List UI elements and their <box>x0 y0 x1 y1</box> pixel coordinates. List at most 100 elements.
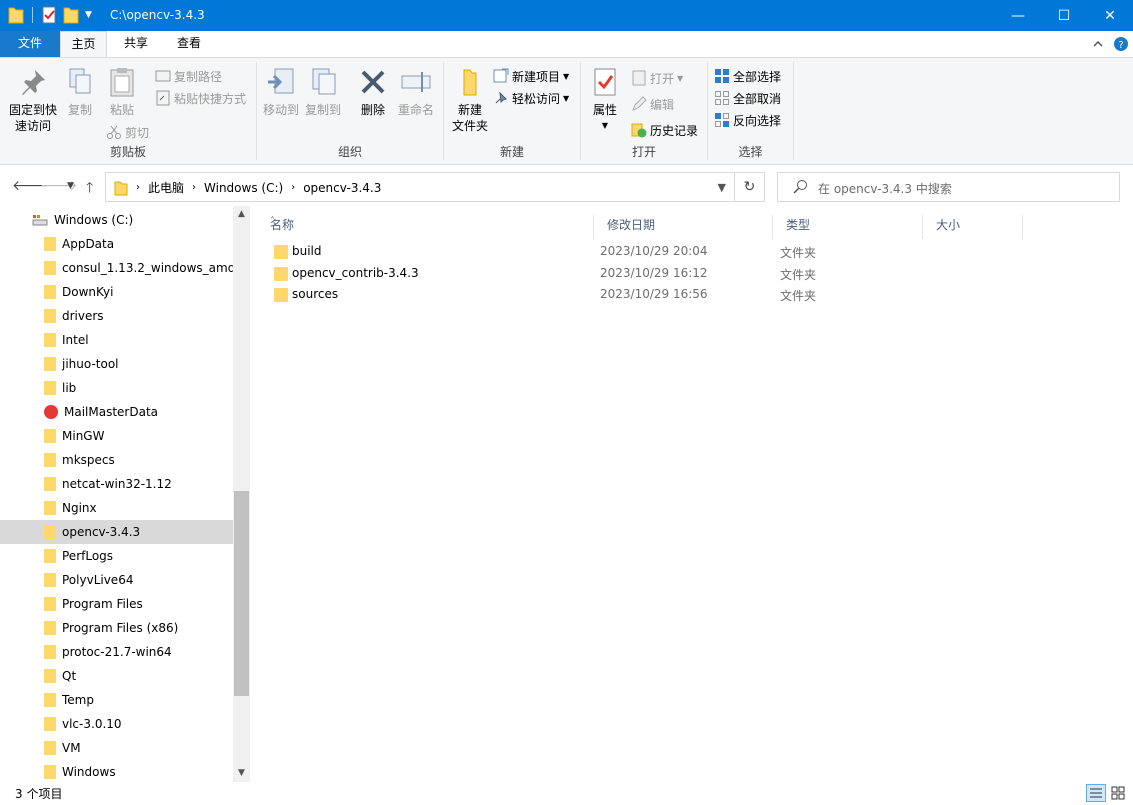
folder-icon <box>44 669 56 683</box>
nav-item-folder[interactable]: consul_1.13.2_windows_amd64 <box>0 256 233 280</box>
pin-label-line1: 固定到快 <box>8 103 57 117</box>
delete-button[interactable]: 删除 <box>355 66 391 118</box>
nav-item-label: MailMasterData <box>64 405 159 419</box>
properties-button[interactable]: 属性 ▼ <box>587 66 623 134</box>
file-name: build <box>292 244 322 258</box>
nav-item-folder[interactable]: opencv-3.4.3 <box>0 520 233 544</box>
column-header-type[interactable]: 类型 <box>773 215 923 239</box>
nav-item-folder[interactable]: Qt <box>0 664 233 688</box>
nav-item-folder[interactable]: drivers <box>0 304 233 328</box>
nav-item-label: lib <box>62 381 77 395</box>
nav-item-folder[interactable]: Intel <box>0 328 233 352</box>
properties-icon[interactable] <box>41 6 57 24</box>
folder-icon <box>44 261 56 275</box>
copy-label: 复制 <box>67 103 92 117</box>
nav-item-folder[interactable]: vlc-3.0.10 <box>0 712 233 736</box>
nav-item-folder[interactable]: MinGW <box>0 424 233 448</box>
edit-label: 编辑 <box>650 97 675 112</box>
new-folder-button[interactable]: 新建 文件夹 <box>448 66 492 134</box>
file-row[interactable]: build 2023/10/29 20:04 文件夹 <box>265 241 1025 263</box>
nav-item-label: protoc-21.7-win64 <box>62 645 172 659</box>
maximize-button[interactable]: ☐ <box>1041 0 1087 31</box>
organize-group-label: 组织 <box>337 145 362 159</box>
paste-button[interactable]: 粘贴 <box>104 66 140 118</box>
invert-selection-button[interactable]: 反向选择 <box>714 110 781 130</box>
history-button[interactable]: 历史记录 <box>631 120 698 140</box>
nav-item-folder[interactable]: mkspecs <box>0 448 233 472</box>
file-row[interactable]: opencv_contrib-3.4.3 2023/10/29 16:12 文件夹 <box>265 263 1025 285</box>
new-folder-icon[interactable] <box>63 6 79 24</box>
nav-item-folder[interactable]: Temp <box>0 688 233 712</box>
search-input[interactable]: 在 opencv-3.4.3 中搜索 <box>777 172 1120 202</box>
nav-item-drive[interactable]: Windows (C:) <box>0 208 233 232</box>
rename-button[interactable]: 重命名 <box>395 66 437 118</box>
scroll-thumb[interactable] <box>234 491 249 696</box>
nav-item-folder[interactable]: DownKyi <box>0 280 233 304</box>
tab-share[interactable]: 共享 <box>112 31 160 57</box>
copy-to-button[interactable]: 复制到 <box>303 66 343 118</box>
expand-ribbon-icon[interactable] <box>1090 36 1106 52</box>
nav-item-folder[interactable]: PerfLogs <box>0 544 233 568</box>
nav-item-folder[interactable]: PolyvLive64 <box>0 568 233 592</box>
nav-item-label: consul_1.13.2_windows_amd64 <box>62 261 233 275</box>
clipboard-group: 固定到快 速访问 复制 粘贴 复制路径 粘贴快捷方式 剪切 剪贴板 <box>0 62 256 162</box>
nav-item-folder[interactable]: lib <box>0 376 233 400</box>
file-row[interactable]: sources 2023/10/29 16:56 文件夹 <box>265 284 1025 306</box>
tab-view[interactable]: 查看 <box>163 31 215 57</box>
select-all-button[interactable]: 全部选择 <box>714 66 781 86</box>
pin-quick-access-button[interactable]: 固定到快 速访问 <box>6 66 60 134</box>
select-group-label: 选择 <box>738 145 763 159</box>
nav-item-folder[interactable]: Program Files (x86) <box>0 616 233 640</box>
customize-toolbar-icon[interactable]: ▼ <box>85 10 92 20</box>
drive-icon <box>32 214 48 226</box>
nav-item-folder[interactable]: Windows <box>0 760 233 782</box>
breadcrumb-drive[interactable]: Windows (C:) <box>204 181 283 195</box>
nav-item-label: mkspecs <box>62 453 115 467</box>
nav-item-folder[interactable]: jihuo-tool <box>0 352 233 376</box>
column-header-date[interactable]: 修改日期 <box>593 215 773 239</box>
column-header-name[interactable]: 名称 ˄ <box>257 215 593 239</box>
rename-label: 重命名 <box>397 103 434 117</box>
breadcrumb-separator-icon: › <box>291 182 296 193</box>
up-arrow-icon[interactable]: 🡑 <box>86 177 93 201</box>
close-button[interactable]: ✕ <box>1087 0 1133 31</box>
nav-item-folder[interactable]: protoc-21.7-win64 <box>0 640 233 664</box>
nav-item-label: Temp <box>62 693 94 707</box>
select-none-button[interactable]: 全部取消 <box>714 88 781 108</box>
cut-button[interactable]: 剪切 <box>106 122 149 142</box>
refresh-icon[interactable]: ↻ <box>735 172 765 202</box>
breadcrumb-current-folder[interactable]: opencv-3.4.3 <box>303 181 381 195</box>
folder-icon <box>44 525 56 539</box>
folder-icon <box>44 765 56 779</box>
scroll-down-icon[interactable]: ▼ <box>233 765 250 782</box>
nav-item-folder[interactable]: Nginx <box>0 496 233 520</box>
nav-item-folder[interactable]: Program Files <box>0 592 233 616</box>
breadcrumb-this-pc[interactable]: 此电脑 <box>148 179 184 196</box>
move-to-button[interactable]: 移动到 <box>261 66 301 118</box>
easy-access-button[interactable]: 轻松访问 ▼ <box>493 88 569 108</box>
column-header-size[interactable]: 大小 <box>923 215 1023 239</box>
copy-button[interactable]: 复制 <box>62 66 98 118</box>
new-item-button[interactable]: 新建项目 ▼ <box>493 66 569 86</box>
nav-item-folder[interactable]: MailMasterData <box>0 400 233 424</box>
details-view-icon[interactable] <box>1086 784 1106 802</box>
minimize-button[interactable]: — <box>995 0 1041 31</box>
address-dropdown-icon[interactable]: ▼ <box>718 181 726 194</box>
open-button[interactable]: 打开 ▼ <box>631 68 683 88</box>
nav-item-folder[interactable]: VM <box>0 736 233 760</box>
edit-button[interactable]: 编辑 <box>631 94 674 114</box>
tab-file[interactable]: 文件 <box>0 31 60 57</box>
address-box[interactable]: › 此电脑 › Windows (C:) › opencv-3.4.3 ▼ <box>105 172 735 202</box>
copy-path-button[interactable]: 复制路径 <box>155 66 222 86</box>
help-icon[interactable]: ? <box>1113 36 1129 52</box>
nav-item-folder[interactable]: netcat-win32-1.12 <box>0 472 233 496</box>
tab-home[interactable]: 主页 <box>60 31 107 58</box>
nav-scrollbar[interactable]: ▲ ▼ <box>233 206 250 782</box>
nav-item-label: opencv-3.4.3 <box>62 525 141 539</box>
recent-locations-icon[interactable]: ▼ <box>67 181 74 191</box>
paste-shortcut-button[interactable]: 粘贴快捷方式 <box>155 88 246 108</box>
nav-item-label: Program Files <box>62 597 143 611</box>
scroll-up-icon[interactable]: ▲ <box>233 206 250 223</box>
nav-item-folder[interactable]: AppData <box>0 232 233 256</box>
large-icons-view-icon[interactable] <box>1108 784 1128 802</box>
